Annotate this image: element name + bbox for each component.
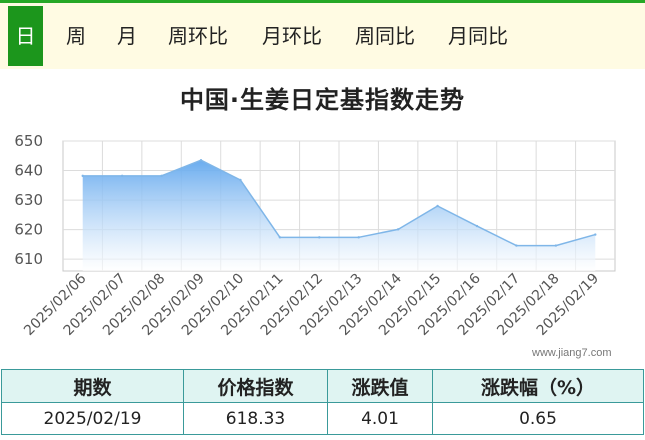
y-tick-label: 650: [14, 132, 43, 150]
data-point: [357, 236, 360, 239]
y-tick-label: 630: [14, 191, 43, 209]
cell-change-percent: 0.65: [432, 402, 644, 435]
data-point: [278, 236, 282, 239]
data-point: [554, 244, 558, 247]
data-point: [81, 174, 84, 178]
data-point: [199, 159, 203, 162]
y-tick-label: 610: [14, 250, 43, 268]
data-point: [436, 204, 439, 208]
data-point: [475, 224, 479, 228]
data-point: [120, 174, 124, 178]
watermark: www.jiang7.com: [532, 347, 612, 359]
data-point: [396, 228, 400, 231]
cell-period: 2025/02/19: [1, 402, 184, 435]
header-change-percent: 涨跌幅（%）: [432, 369, 644, 403]
cell-change-value: 4.01: [327, 402, 433, 435]
y-tick-label: 640: [14, 162, 43, 180]
cell-price-index: 618.33: [183, 402, 328, 435]
data-point: [160, 174, 163, 178]
header-change-value: 涨跌值: [327, 369, 433, 403]
data-point: [594, 233, 597, 236]
header-period: 期数: [1, 369, 184, 403]
data-point: [318, 236, 321, 239]
data-point: [515, 244, 518, 247]
y-tick-label: 620: [14, 221, 43, 239]
price-index-chart: 6106206306406502025/02/062025/02/072025/…: [14, 132, 616, 339]
header-price-index: 价格指数: [183, 369, 328, 403]
table-row: 2025/02/19 618.33 4.01 0.65: [1, 402, 644, 435]
table-header-row: 期数 价格指数 涨跌值 涨跌幅（%）: [1, 369, 644, 403]
data-point: [239, 178, 242, 182]
index-summary-table: 期数 价格指数 涨跌值 涨跌幅（%） 2025/02/19 618.33 4.0…: [1, 369, 644, 435]
